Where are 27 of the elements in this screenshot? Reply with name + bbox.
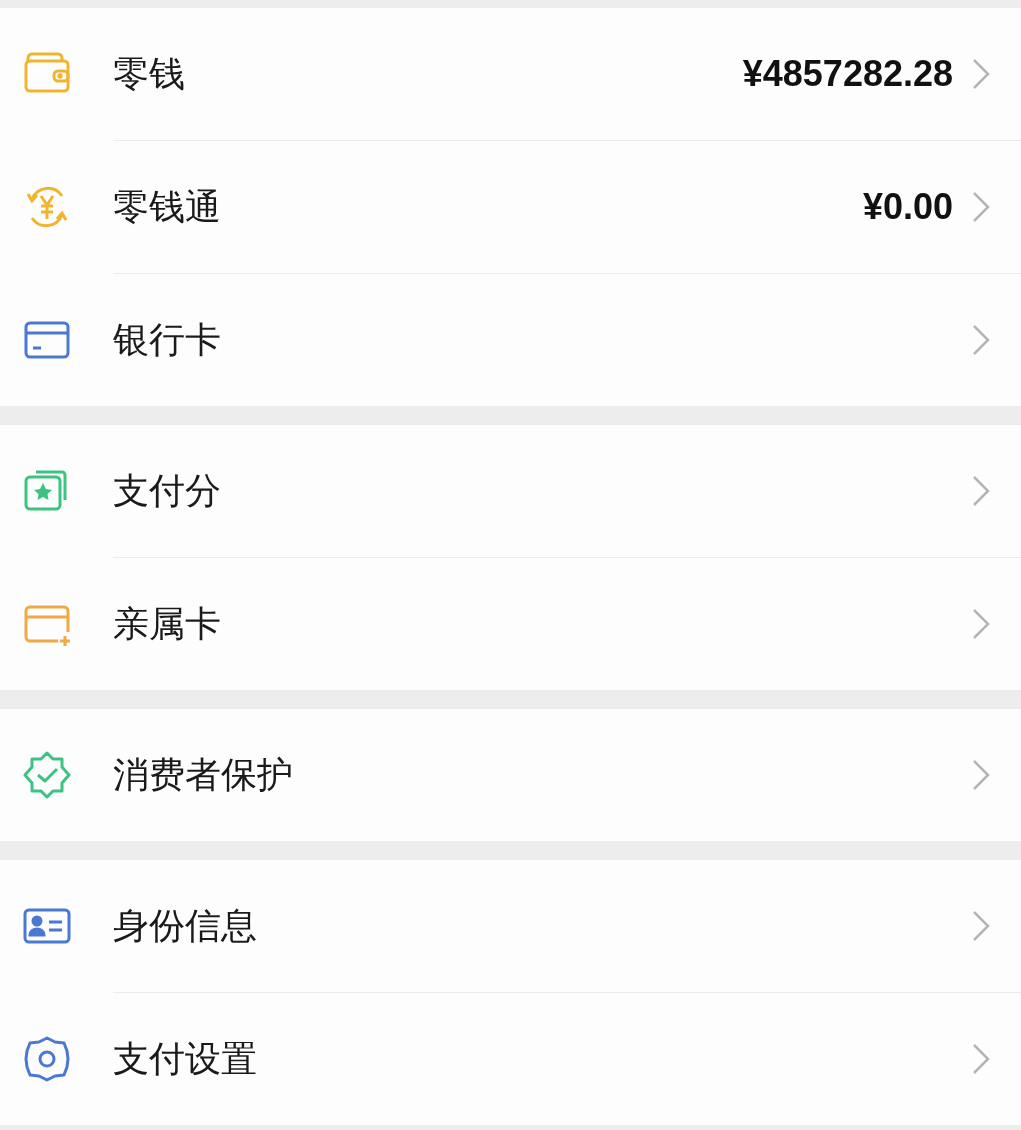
menu-item[interactable]: 零钱 ¥4857282.28 bbox=[0, 8, 1021, 140]
menu-item[interactable]: 身份信息 bbox=[0, 860, 1021, 992]
chevron-right-icon bbox=[971, 323, 991, 357]
chevron-right-icon bbox=[971, 758, 991, 792]
chevron-right-icon bbox=[971, 607, 991, 641]
balance-amount: ¥0.00 bbox=[862, 186, 953, 228]
menu-item[interactable]: 支付分 bbox=[0, 425, 1021, 557]
menu-item[interactable]: 亲属卡 bbox=[0, 558, 1021, 690]
item-label: 消费者保护 bbox=[113, 752, 294, 797]
balance-amount: ¥4857282.28 bbox=[742, 53, 953, 95]
menu-item[interactable]: 零钱通 ¥0.00 bbox=[0, 141, 1021, 273]
chevron-right-icon bbox=[971, 57, 991, 91]
item-label: 支付分 bbox=[113, 468, 222, 513]
item-label: 支付设置 bbox=[113, 1036, 258, 1081]
chevron-right-icon bbox=[971, 909, 991, 943]
menu-item[interactable]: 支付设置 bbox=[0, 993, 1021, 1125]
chevron-right-icon bbox=[971, 1042, 991, 1076]
menu-item[interactable]: 消费者保护 bbox=[0, 709, 1021, 841]
shield-check-icon bbox=[22, 750, 72, 800]
item-label: 银行卡 bbox=[113, 317, 222, 362]
chevron-right-icon bbox=[971, 474, 991, 508]
item-label: 身份信息 bbox=[113, 903, 258, 948]
item-label: 零钱 bbox=[113, 51, 186, 96]
menu-item[interactable]: 银行卡 bbox=[0, 274, 1021, 406]
item-label: 零钱通 bbox=[113, 184, 222, 229]
chevron-right-icon bbox=[971, 190, 991, 224]
item-label: 亲属卡 bbox=[113, 601, 222, 646]
